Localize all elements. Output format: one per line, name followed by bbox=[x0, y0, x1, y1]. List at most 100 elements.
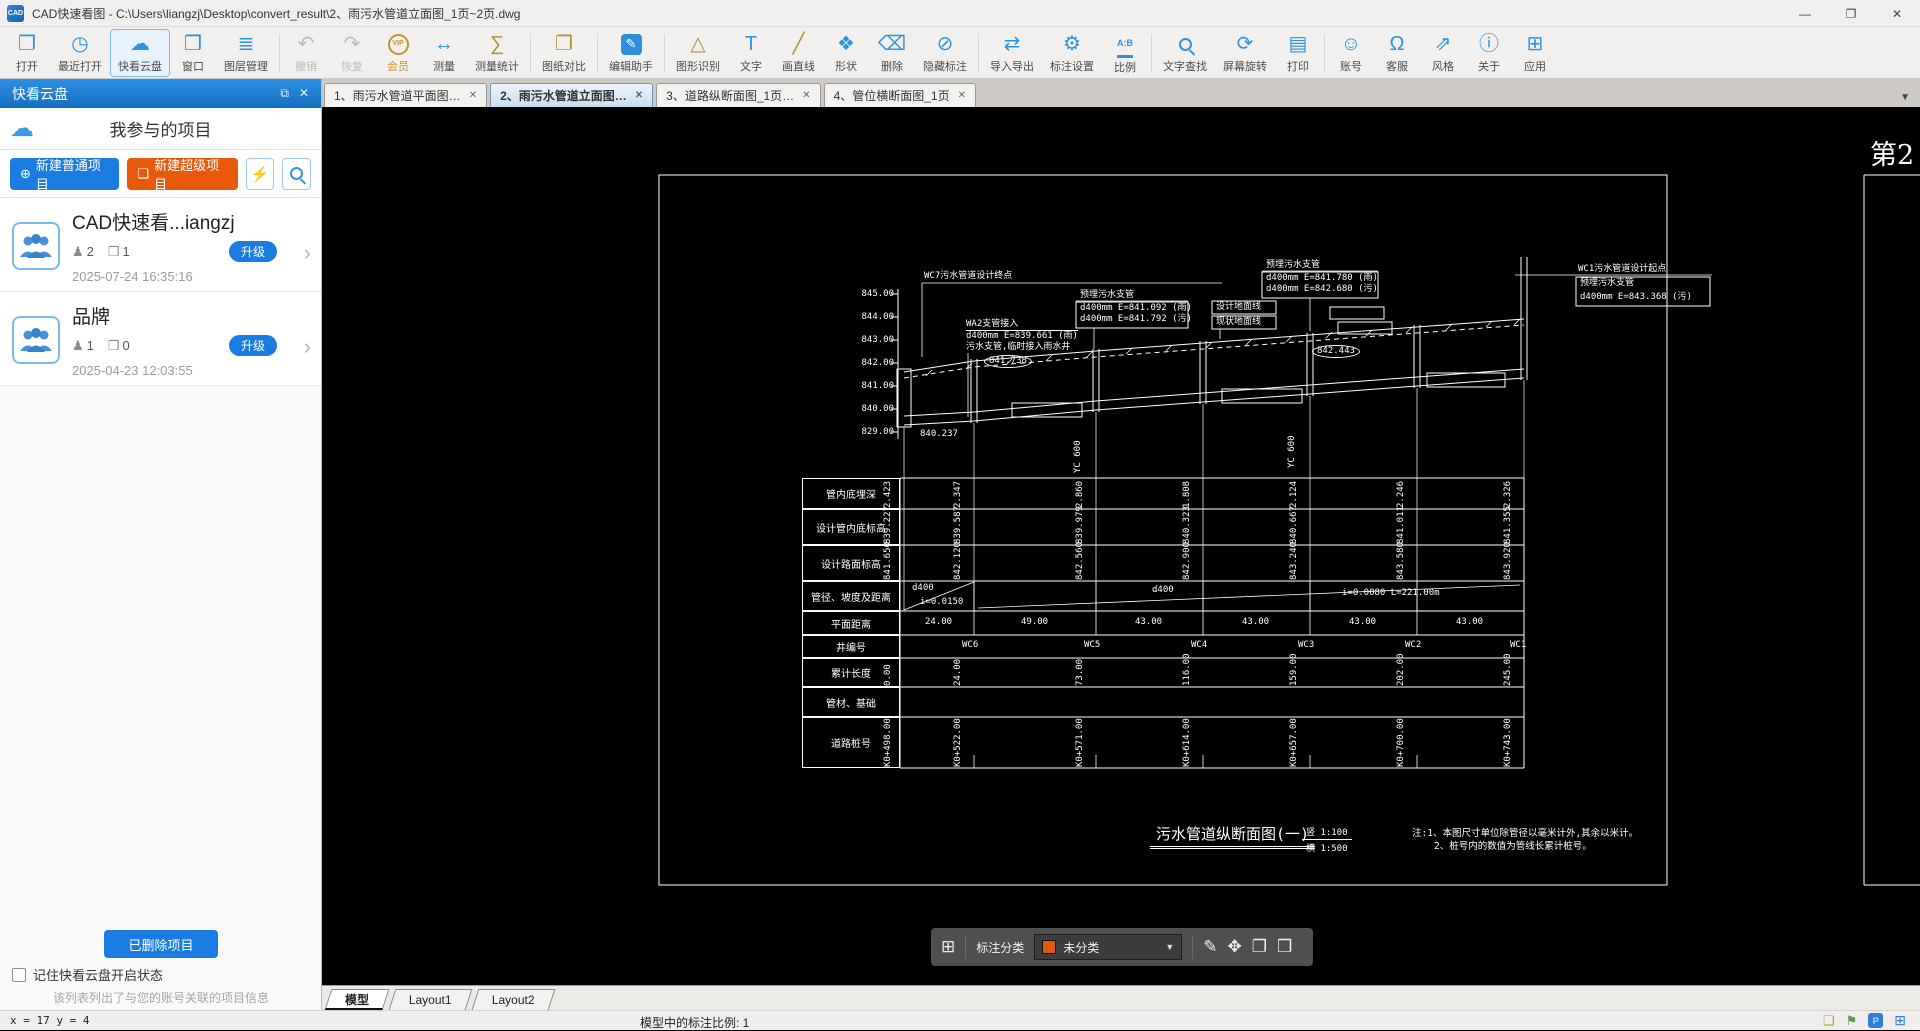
chevron-right-icon[interactable]: › bbox=[304, 240, 311, 266]
invert-value: 839.979 bbox=[1075, 506, 1086, 544]
edit-assistant-icon: ✎ bbox=[621, 33, 642, 56]
invert-value: 840.667 bbox=[1289, 506, 1300, 544]
pipe-slope: i=0.0150 bbox=[920, 597, 963, 608]
measure-stats-button[interactable]: ∑ 测量统计 bbox=[467, 29, 527, 77]
shape-recognition-button[interactable]: △ 图形识别 bbox=[668, 29, 728, 77]
window-button[interactable]: ❒ 窗口 bbox=[170, 29, 216, 77]
remember-checkbox[interactable] bbox=[12, 968, 26, 982]
vip-member-button[interactable]: VIP 会员 bbox=[375, 29, 421, 77]
sync-button[interactable]: ⚡ bbox=[246, 158, 275, 190]
copy-annotation-icon[interactable]: ❐ bbox=[1252, 937, 1267, 957]
edit-annotation-icon[interactable]: ✎ bbox=[1203, 937, 1217, 957]
recent-button[interactable]: ◷ 最近打开 bbox=[50, 29, 110, 77]
deleted-projects-button[interactable]: 已删除项目 bbox=[104, 930, 218, 958]
doc-tab-3[interactable]: 3、道路纵断面图_1页… ✕ bbox=[656, 83, 820, 107]
eraser-icon: ⌫ bbox=[878, 33, 906, 56]
grid-badge-icon[interactable]: ⊞ bbox=[1894, 1012, 1906, 1029]
open-button[interactable]: ❐ 打开 bbox=[4, 29, 50, 77]
status-bar: x = 17 y = 4 模型中的标注比例: 1 ❏ ⚑ P ⊞ bbox=[0, 1010, 1920, 1030]
drawing-scales: 竖 1:100 横 1:500 bbox=[1302, 825, 1352, 854]
file-count: 1 bbox=[123, 244, 130, 259]
drawing-notes: 注:1、本图尺寸单位除管径以毫米计外,其余以米计。 2、桩号内的数值为管线长累计… bbox=[1412, 827, 1638, 853]
project-name: CAD快速看...iangzj bbox=[72, 208, 311, 235]
doc-tab-1[interactable]: 1、雨污水管道平面图… ✕ bbox=[324, 83, 487, 107]
project-card[interactable]: 品牌 ♟1 ❒0 升级 2025-04-23 12:03:55 › bbox=[0, 292, 321, 386]
layer-manager-button[interactable]: ≣ 图层管理 bbox=[216, 29, 276, 77]
find-text-button[interactable]: 文字查找 bbox=[1155, 29, 1215, 77]
shapes-button[interactable]: ❖ 形状 bbox=[823, 29, 869, 77]
support-button[interactable]: Ω 客服 bbox=[1374, 29, 1420, 77]
new-project-button[interactable]: ⊕ 新建普通项目 bbox=[10, 158, 119, 190]
paste-annotation-icon[interactable]: ❒ bbox=[1277, 937, 1292, 957]
panel-header: 快看云盘 ⧉ ✕ bbox=[0, 79, 321, 108]
chevron-right-icon[interactable]: › bbox=[304, 334, 311, 360]
status-tray: ❏ ⚑ P ⊞ bbox=[1823, 1012, 1906, 1029]
upgrade-badge[interactable]: 升级 bbox=[229, 241, 277, 262]
remember-label: 记住快看云盘开启状态 bbox=[33, 965, 163, 984]
float-panel-icon[interactable]: ⧉ bbox=[280, 86, 289, 101]
close-panel-icon[interactable]: ✕ bbox=[299, 86, 309, 101]
maximize-button[interactable]: ❐ bbox=[1828, 0, 1874, 27]
project-card[interactable]: CAD快速看...iangzj ♟2 ❒1 升级 2025-07-24 16:3… bbox=[0, 198, 321, 292]
ground-line-label: 设计地面线 bbox=[1216, 302, 1261, 313]
style-button[interactable]: ⇗ 风格 bbox=[1420, 29, 1466, 77]
text-button[interactable]: T 文字 bbox=[728, 29, 774, 77]
import-export-button[interactable]: ⇄ 导入导出 bbox=[982, 29, 1042, 77]
minimize-button[interactable]: — bbox=[1782, 0, 1828, 27]
doc-tab-4[interactable]: 4、管位横断面图_1页 ✕ bbox=[824, 83, 976, 107]
well-mark: YC 600 bbox=[1287, 435, 1298, 468]
table-row-label: 管径、坡度及距离 bbox=[802, 581, 900, 611]
distance-value: 24.00 bbox=[925, 617, 952, 628]
cad-canvas[interactable]: 第2 845.00 844.00 843.00 842.00 841.00 84… bbox=[322, 107, 1920, 985]
tab-close-icon[interactable]: ✕ bbox=[958, 90, 966, 101]
cumulative-length: 73.00 bbox=[1075, 659, 1086, 686]
apps-button[interactable]: ⊞ 应用 bbox=[1512, 29, 1558, 77]
annotation-settings-button[interactable]: ⚙ 标注设置 bbox=[1042, 29, 1102, 77]
tab-close-icon[interactable]: ✕ bbox=[802, 90, 810, 101]
doc-tab-2-active[interactable]: 2、雨污水管道立面图… ✕ bbox=[490, 83, 653, 107]
invert-value: 840.323 bbox=[1182, 506, 1193, 544]
members-icon: ♟ bbox=[72, 244, 84, 259]
cloud-drive-panel: 快看云盘 ⧉ ✕ ☁ 我参与的项目 ⊕ 新建普通项目 ❑ 新建超级项目 ⚡ bbox=[0, 79, 322, 1010]
pipe-size: d400 bbox=[912, 583, 934, 594]
draw-line-button[interactable]: ╱ 画直线 bbox=[774, 29, 823, 77]
tab-layout1[interactable]: Layout1 bbox=[389, 989, 473, 1010]
close-button[interactable]: ✕ bbox=[1874, 0, 1920, 27]
search-project-button[interactable] bbox=[282, 158, 311, 190]
panel-title: 快看云盘 bbox=[12, 84, 68, 104]
pdf-badge-icon[interactable]: P bbox=[1868, 1013, 1883, 1028]
window-title: CAD快速看图 - C:\Users\liangzj\Desktop\conve… bbox=[32, 5, 520, 22]
tab-close-icon[interactable]: ✕ bbox=[635, 90, 643, 101]
rotate-screen-button[interactable]: ⟳ 屏幕旋转 bbox=[1215, 29, 1275, 77]
category-dropdown[interactable]: 未分类 ▼ bbox=[1034, 934, 1182, 960]
drawing-compare-button[interactable]: ❐ 图纸对比 bbox=[534, 29, 594, 77]
tab-overflow-icon[interactable]: ▼ bbox=[1900, 92, 1918, 107]
delete-button[interactable]: ⌫ 删除 bbox=[869, 29, 915, 77]
tab-layout2[interactable]: Layout2 bbox=[471, 989, 555, 1010]
new-super-project-button[interactable]: ❑ 新建超级项目 bbox=[127, 158, 237, 190]
well-id: WC5 bbox=[1084, 640, 1100, 651]
edit-assistant-button[interactable]: ✎ 编辑助手 bbox=[601, 29, 661, 77]
stake-number: K0+657.00 bbox=[1289, 718, 1300, 767]
depth-value: 2.860 bbox=[1075, 481, 1086, 508]
note-icon[interactable]: ❏ bbox=[1823, 1013, 1835, 1029]
hide-annotations-button[interactable]: ⊘ 隐藏标注 bbox=[915, 29, 975, 77]
move-annotation-icon[interactable]: ✥ bbox=[1228, 937, 1242, 957]
category-grid-icon[interactable]: ⊞ bbox=[941, 937, 955, 957]
upgrade-badge[interactable]: 升级 bbox=[229, 335, 277, 356]
account-button[interactable]: ☺ 账号 bbox=[1328, 29, 1374, 77]
flag-icon[interactable]: ⚑ bbox=[1846, 1013, 1858, 1029]
cloud-drive-button[interactable]: ☁ 快看云盘 bbox=[110, 29, 170, 77]
stake-number: K0+614.00 bbox=[1182, 718, 1193, 767]
cumulative-length: 24.00 bbox=[953, 659, 964, 686]
depth-value: 2.347 bbox=[953, 481, 964, 508]
tab-model[interactable]: 模型 bbox=[325, 989, 390, 1010]
printer-icon: ▤ bbox=[1289, 33, 1308, 56]
print-button[interactable]: ▤ 打印 bbox=[1275, 29, 1321, 77]
info-icon: ⓘ bbox=[1479, 33, 1499, 56]
measure-button[interactable]: ↔ 测量 bbox=[421, 29, 467, 77]
window-controls: — ❐ ✕ bbox=[1782, 0, 1920, 27]
scale-button[interactable]: A:B 比例 bbox=[1102, 29, 1148, 77]
about-button[interactable]: ⓘ 关于 bbox=[1466, 29, 1512, 77]
tab-close-icon[interactable]: ✕ bbox=[469, 90, 477, 101]
